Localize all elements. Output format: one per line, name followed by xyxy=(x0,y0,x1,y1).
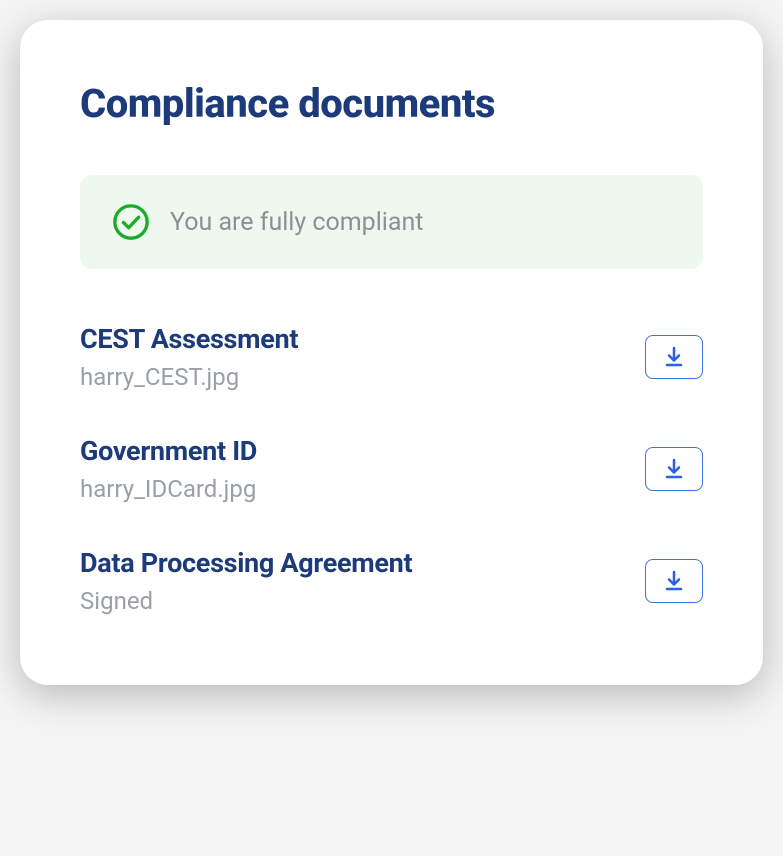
document-row: Data Processing Agreement Signed xyxy=(80,547,703,615)
document-info: Government ID harry_IDCard.jpg xyxy=(80,435,257,503)
status-text: You are fully compliant xyxy=(170,208,423,237)
document-filename: harry_CEST.jpg xyxy=(80,363,298,391)
download-icon xyxy=(664,458,684,480)
download-button[interactable] xyxy=(645,447,703,491)
document-row: CEST Assessment harry_CEST.jpg xyxy=(80,323,703,391)
download-button[interactable] xyxy=(645,559,703,603)
document-title: CEST Assessment xyxy=(80,323,298,355)
document-info: CEST Assessment harry_CEST.jpg xyxy=(80,323,298,391)
download-icon xyxy=(664,570,684,592)
document-info: Data Processing Agreement Signed xyxy=(80,547,412,615)
document-filename: harry_IDCard.jpg xyxy=(80,475,257,503)
document-title: Government ID xyxy=(80,435,257,467)
page-title: Compliance documents xyxy=(80,80,703,127)
document-row: Government ID harry_IDCard.jpg xyxy=(80,435,703,503)
check-circle-icon xyxy=(112,203,150,241)
document-status: Signed xyxy=(80,587,412,615)
download-icon xyxy=(664,346,684,368)
compliance-card: Compliance documents You are fully compl… xyxy=(20,20,763,685)
document-title: Data Processing Agreement xyxy=(80,547,412,579)
status-banner: You are fully compliant xyxy=(80,175,703,269)
download-button[interactable] xyxy=(645,335,703,379)
